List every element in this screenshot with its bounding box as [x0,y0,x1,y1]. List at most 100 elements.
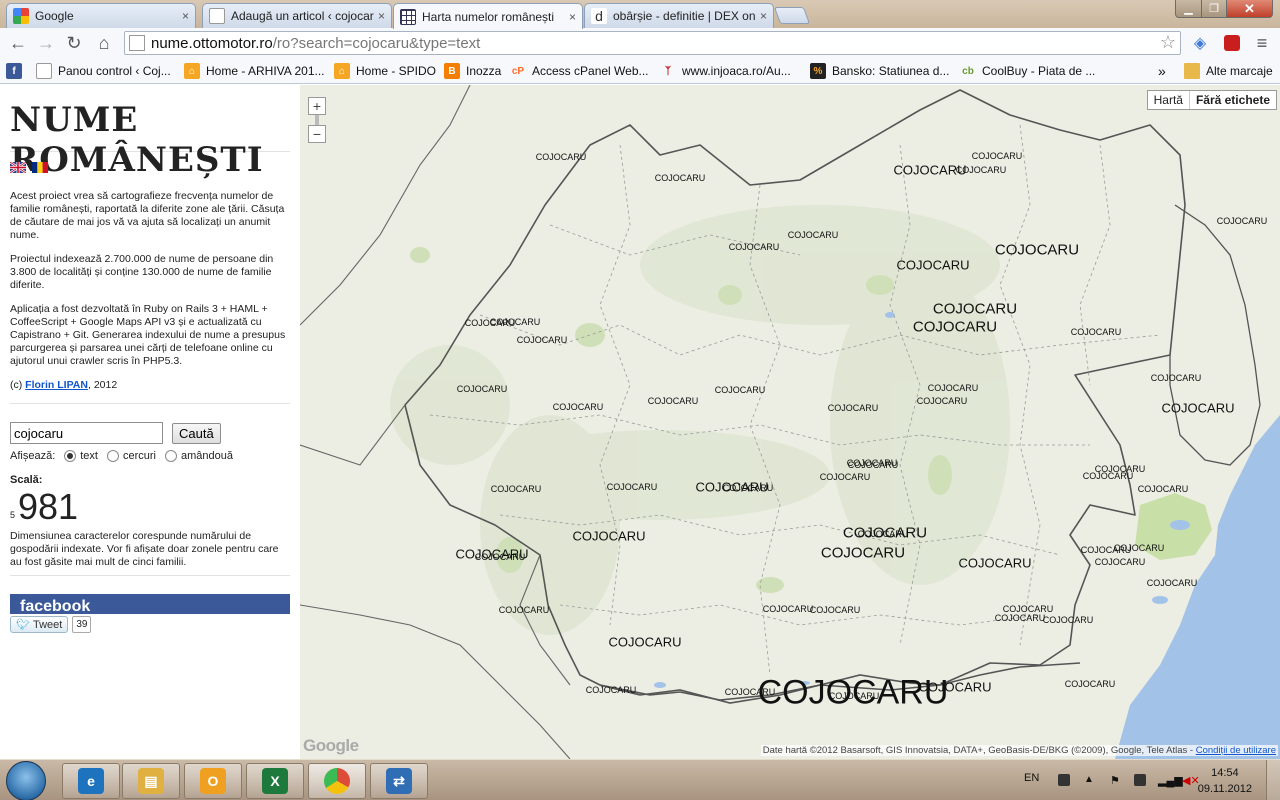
scale-description: Dimensiunea caracterelor corespunde numă… [10,530,279,568]
taskbar-chrome[interactable] [308,763,366,799]
scale-legend: 5 981 [10,488,290,526]
clock-time: 14:54 [1211,767,1239,779]
back-icon[interactable]: ← [6,31,30,55]
display-mode-label: Afișează: [10,450,56,462]
surname-map-label: COJOCARU [456,384,508,394]
bookmark-home-spido[interactable]: ⌂ Home - SPIDO [334,62,436,80]
bookmark-inozza[interactable]: B Inozza [444,62,501,80]
taskbar-remote-app[interactable]: ⇄ [370,763,428,799]
tab-title: Google [35,9,74,23]
surname-map-label: COJOCARU [1064,679,1116,689]
map-type-harta-button[interactable]: Hartă [1148,91,1189,109]
action-center-flag-icon[interactable]: ⚑ [1110,774,1122,787]
radio-circles[interactable] [106,450,119,462]
web-page: NUME ROMÂNEȘTI Acest proiect vrea să car… [0,85,1280,759]
surname-map-label: COJOCARU [498,605,550,615]
network-signal-icon[interactable]: ▂▄▆ [1158,774,1183,787]
percent-icon: % [810,63,826,79]
tab-harta-numelor[interactable]: Harta numelor românești × [393,3,583,29]
map-canvas[interactable]: COJOCARU COJOCARU COJOCARU COJOCARU COJOCARU… [300,85,1280,759]
start-button[interactable] [6,761,46,800]
close-tab-icon[interactable]: × [378,9,385,23]
injoaca-icon: ᛉ [665,65,671,77]
surname-map-label: COJOCARU [535,152,587,162]
radio-label: cercuri [122,450,156,462]
close-tab-icon[interactable]: × [569,10,576,24]
bookmark-bansko[interactable]: % Bansko: Statiunea d... [810,62,949,80]
surname-map-label: COJOCARU [1042,615,1094,625]
minimize-icon[interactable]: ▁ [1175,0,1202,18]
home-icon[interactable]: ⌂ [92,31,116,55]
radio-text[interactable] [64,450,77,462]
tab-google[interactable]: Google × [6,3,196,28]
radio-both[interactable] [165,450,177,462]
windows-taskbar: e ▤ O X ⇄ EN ▲ ⚑ ▂▄▆ ◀✕ 14:54 09.11.2012 [0,759,1280,800]
terms-link[interactable]: Condiții de utilizare [1196,745,1276,756]
zoom-in-button[interactable]: + [308,97,326,115]
taskbar-file-explorer[interactable]: ▤ [122,763,180,799]
map-type-fara-etichete-button[interactable]: Fără etichete [1188,91,1276,109]
english-flag-icon[interactable] [10,162,26,173]
volume-muted-icon[interactable]: ◀✕ [1182,774,1200,787]
wrench-menu-icon[interactable]: ≡ [1250,31,1274,55]
intro-text: Acest proiect vrea să cartografieze frec… [10,190,290,392]
reload-icon[interactable]: ↻ [62,31,86,55]
bookmark-panou-control[interactable]: Panou control ‹ Coj... [36,62,171,80]
new-tab-button[interactable] [773,7,811,24]
display-mode-options: Afișează: text cercuri amândouă [10,450,290,462]
zoom-slider[interactable] [315,115,319,125]
close-window-icon[interactable]: ✕ [1226,0,1273,18]
maximize-icon[interactable]: ❐ [1201,0,1227,18]
other-bookmarks-folder[interactable]: Alte marcaje [1184,62,1273,80]
search-input[interactable] [10,422,163,444]
show-hidden-icons-icon[interactable]: ▲ [1084,774,1096,786]
bookmark-label: Inozza [466,64,502,78]
tweet-button[interactable]: 🐦︎ Tweet [10,616,69,633]
taskbar-internet-explorer[interactable]: e [62,763,120,799]
bookmarks-overflow-button[interactable]: » [1158,62,1166,80]
google-logo[interactable]: Google [303,736,359,756]
romanian-flag-icon[interactable] [32,162,48,173]
bookmark-facebook[interactable]: f [6,62,28,80]
surname-map-label: COJOCARU [585,685,637,695]
tab-dex-online[interactable]: d obârșie - definitie | DEX onl × [584,3,774,28]
page-icon [129,35,145,51]
close-tab-icon[interactable]: × [182,9,189,23]
surname-map-label: COJOCARU [916,396,968,406]
clock[interactable]: 14:54 09.11.2012 [1198,765,1252,797]
power-icon[interactable] [1134,774,1146,786]
surname-map-label: COJOCARU [1094,557,1146,567]
extension-red-icon[interactable] [1220,31,1244,55]
bookmark-injoaca[interactable]: ᛉ www.injoaca.ro/Au... [660,62,791,80]
taskbar-outlook[interactable]: O [184,763,242,799]
facebook-icon: f [6,63,22,79]
taskbar-excel[interactable]: X [246,763,304,799]
keyboard-icon[interactable] [1058,774,1070,786]
surname-map-label: COJOCARU [893,162,967,178]
surname-map-label: COJOCARU [918,679,992,695]
zoom-out-button[interactable]: − [308,125,326,143]
bookmark-home-arhiva[interactable]: ⌂ Home - ARHIVA 201... [184,62,325,80]
folder-icon [1184,63,1200,79]
language-indicator[interactable]: EN [1024,772,1039,784]
tweet-widget: 🐦︎ Tweet 39 [10,616,290,633]
tab-strip: Google × Adaugă un articol ‹ cojocaru × … [0,0,1280,29]
address-bar[interactable]: nume.ottomotor.ro/ro?search=cojocaru&typ… [124,31,1181,55]
tab-adauga-articol[interactable]: Adaugă un articol ‹ cojocaru × [202,3,392,28]
blogger-icon: B [444,63,460,79]
close-tab-icon[interactable]: × [760,9,767,23]
surname-map-label: COJOCARU [787,230,839,240]
show-desktop-button[interactable] [1266,760,1280,800]
bookmark-star-icon[interactable]: ☆ [1160,32,1176,53]
search-button[interactable]: Caută [172,422,221,444]
forward-icon[interactable]: → [34,31,58,55]
author-link[interactable]: Florin LIPAN [25,379,88,391]
bookmark-cpanel[interactable]: cP Access cPanel Web... [510,62,649,80]
home-icon: ⌂ [184,63,200,79]
surname-map-label: COJOCARU [971,151,1023,161]
facebook-like-box[interactable]: facebook [10,594,290,614]
surname-map-label: COJOCARU [1146,578,1198,588]
scale-min-value: 5 [10,510,16,520]
bookmark-coolbuy[interactable]: cb CoolBuy - Piata de ... [960,62,1095,80]
extension-sync-icon[interactable]: ◈ [1188,31,1212,55]
